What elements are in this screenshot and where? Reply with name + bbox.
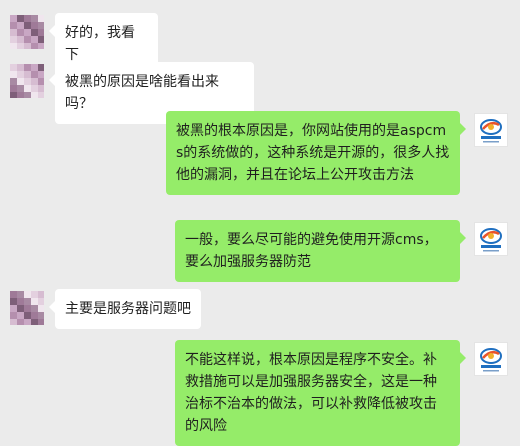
avatar-mosaic-tile: [10, 85, 17, 92]
avatar-mosaic-tile: [17, 36, 24, 43]
avatar-mosaic-tile: [17, 78, 24, 85]
contact-avatar[interactable]: [10, 291, 44, 325]
avatar-mosaic-tile: [38, 305, 44, 312]
avatar-mosaic-tile: [10, 29, 17, 36]
avatar-mosaic-tile: [38, 15, 44, 22]
avatar-mosaic-tile: [10, 312, 17, 319]
contact-avatar[interactable]: [10, 15, 44, 49]
avatar-mosaic-tile: [10, 36, 17, 43]
avatar-mosaic-tile: [24, 92, 31, 98]
avatar-mosaic-tile: [31, 71, 38, 78]
agent-avatar[interactable]: [474, 342, 508, 376]
agent-avatar[interactable]: [474, 113, 508, 147]
avatar-mosaic-tile: [38, 78, 44, 85]
avatar-mosaic-tile: [17, 64, 24, 71]
avatar-mosaic-tile: [24, 312, 31, 319]
avatar-mosaic-tile: [38, 22, 44, 29]
avatar-mosaic-tile: [10, 43, 17, 49]
avatar-mosaic-tile: [17, 312, 24, 319]
avatar-mosaic-tile: [38, 319, 44, 325]
avatar-mosaic-tile: [24, 64, 31, 71]
avatar-mosaic-tile: [31, 64, 38, 71]
avatar-mosaic-tile: [10, 15, 17, 22]
avatar-mosaic-tile: [31, 305, 38, 312]
avatar-mosaic-tile: [24, 305, 31, 312]
avatar-mosaic-tile: [38, 92, 44, 98]
avatar-mosaic-tile: [31, 15, 38, 22]
avatar-mosaic-tile: [31, 22, 38, 29]
avatar-mosaic-tile: [31, 29, 38, 36]
avatar-mosaic-tile: [17, 319, 24, 325]
avatar-mosaic-tile: [38, 85, 44, 92]
company-logo-icon: [480, 348, 502, 372]
avatar-mosaic-tile: [17, 22, 24, 29]
avatar-mosaic-tile: [24, 78, 31, 85]
avatar-mosaic-tile: [31, 312, 38, 319]
avatar-mosaic-tile: [10, 291, 17, 298]
agent-avatar[interactable]: [474, 222, 508, 256]
avatar-mosaic-tile: [24, 291, 31, 298]
avatar-mosaic-tile: [17, 305, 24, 312]
contact-avatar[interactable]: [10, 64, 44, 98]
avatar-mosaic-tile: [31, 92, 38, 98]
avatar-mosaic-tile: [38, 291, 44, 298]
message-outgoing: 不能这样说，根本原因是程序不安全。补救措施可以是加强服务器安全，这是一种治标不治…: [175, 340, 466, 446]
avatar-mosaic-tile: [17, 71, 24, 78]
avatar-mosaic-tile: [10, 78, 17, 85]
message-incoming: 主要是服务器问题吧: [49, 289, 201, 329]
message-outgoing: 被黑的根本原因是，你网站使用的是aspcms的系统做的，这种系统是开源的，很多人…: [166, 111, 466, 195]
message-outgoing: 一般，要么尽可能的避免使用开源cms，要么加强服务器防范: [175, 220, 466, 282]
avatar-mosaic-tile: [24, 43, 31, 49]
avatar-mosaic-tile: [24, 15, 31, 22]
avatar-mosaic-tile: [31, 36, 38, 43]
avatar-mosaic-tile: [10, 64, 17, 71]
avatar-mosaic-tile: [24, 29, 31, 36]
avatar-mosaic-tile: [31, 298, 38, 305]
avatar-mosaic-tile: [31, 319, 38, 325]
company-logo-icon: [480, 119, 502, 143]
avatar-mosaic-tile: [10, 298, 17, 305]
avatar-mosaic-tile: [38, 43, 44, 49]
avatar-mosaic-tile: [24, 319, 31, 325]
avatar-mosaic-tile: [10, 319, 17, 325]
avatar-mosaic-tile: [38, 312, 44, 319]
avatar-mosaic-tile: [10, 92, 17, 98]
avatar-mosaic-tile: [38, 71, 44, 78]
avatar-mosaic-tile: [24, 85, 31, 92]
avatar-mosaic-tile: [17, 29, 24, 36]
avatar-mosaic-tile: [24, 71, 31, 78]
avatar-mosaic-tile: [17, 291, 24, 298]
avatar-mosaic-tile: [10, 305, 17, 312]
avatar-mosaic-tile: [38, 29, 44, 36]
avatar-mosaic-tile: [38, 298, 44, 305]
avatar-mosaic-tile: [31, 85, 38, 92]
avatar-mosaic-tile: [38, 36, 44, 43]
avatar-mosaic-tile: [17, 298, 24, 305]
avatar-mosaic-tile: [17, 92, 24, 98]
avatar-mosaic-tile: [31, 43, 38, 49]
avatar-mosaic-tile: [31, 78, 38, 85]
avatar-mosaic-tile: [10, 22, 17, 29]
avatar-mosaic-tile: [17, 43, 24, 49]
avatar-mosaic-tile: [17, 15, 24, 22]
avatar-mosaic-tile: [31, 291, 38, 298]
avatar-mosaic-tile: [38, 64, 44, 71]
avatar-mosaic-tile: [24, 22, 31, 29]
avatar-mosaic-tile: [24, 36, 31, 43]
avatar-mosaic-tile: [17, 85, 24, 92]
avatar-mosaic-tile: [24, 298, 31, 305]
avatar-mosaic-tile: [10, 71, 17, 78]
company-logo-icon: [480, 228, 502, 252]
